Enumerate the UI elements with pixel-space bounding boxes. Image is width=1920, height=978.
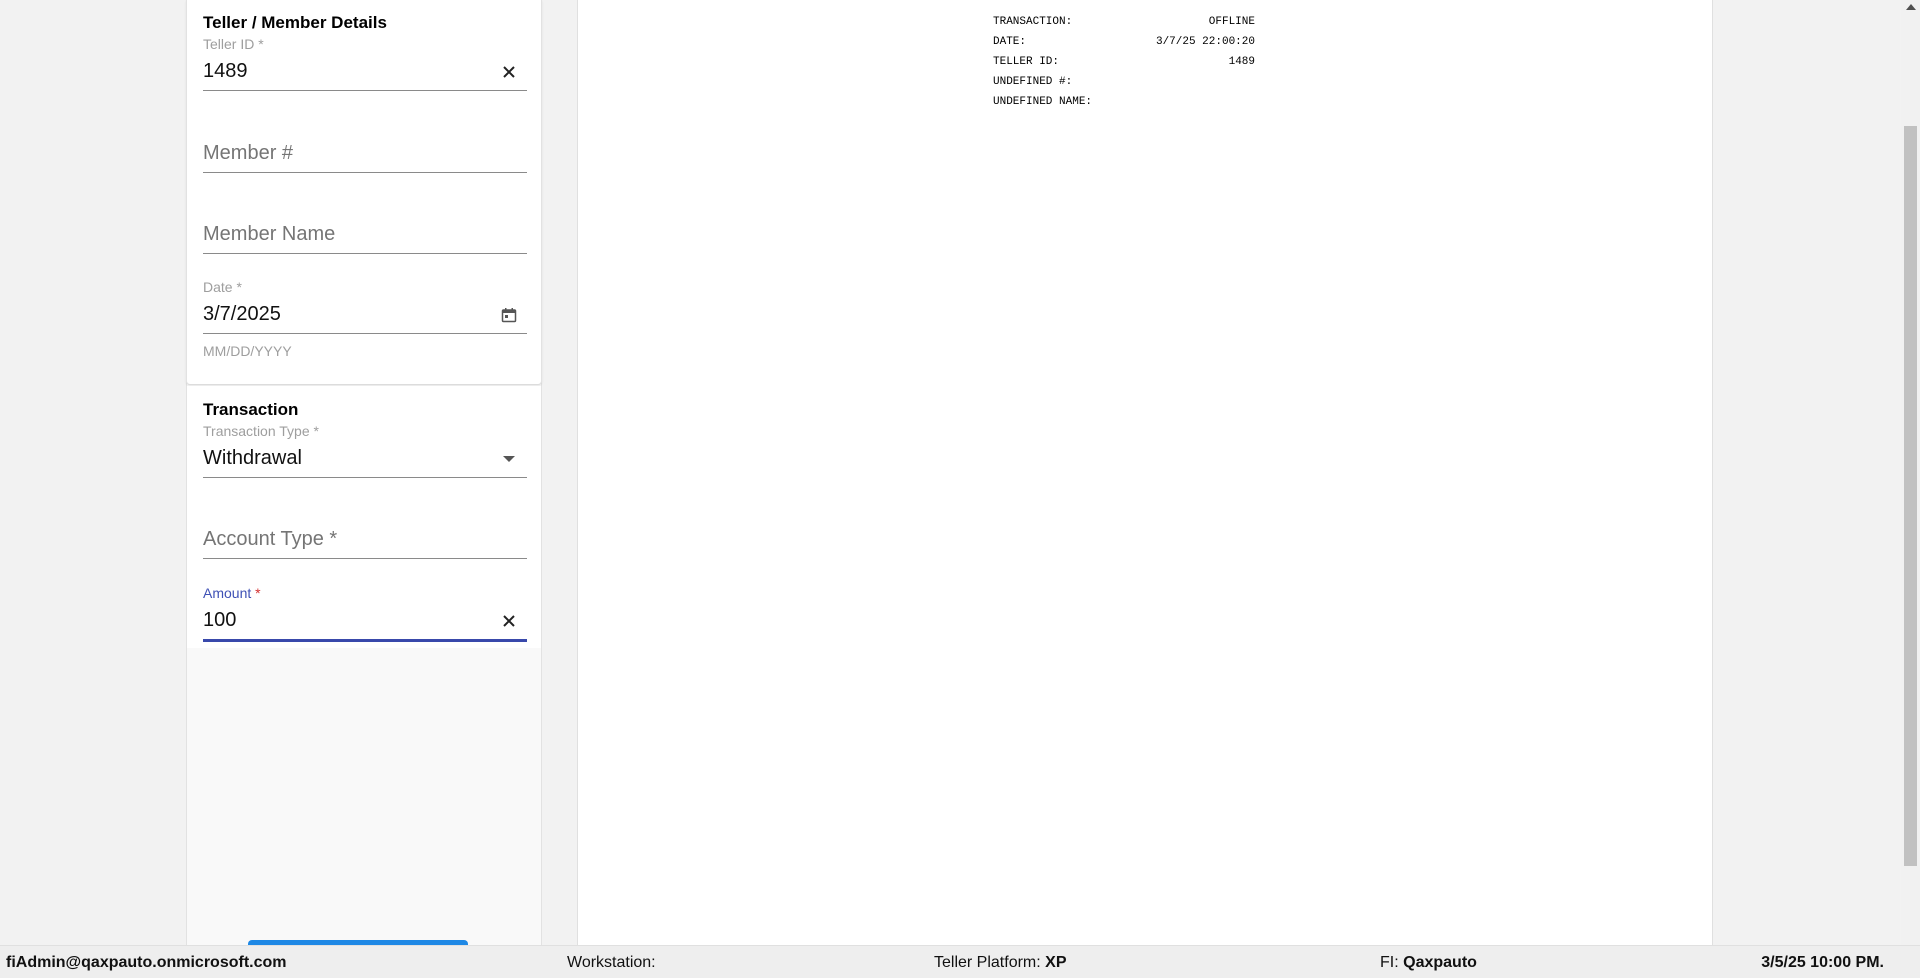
receipt-preview: TRANSACTION: OFFLINE DATE: 3/7/25 22:00:20… [577, 0, 1713, 945]
member-number-input[interactable]: Member # [203, 142, 293, 165]
teller-member-title: Teller / Member Details [203, 13, 387, 32]
transaction-title: Transaction [203, 400, 299, 419]
status-workstation: Workstation: [567, 954, 656, 971]
member-name-underline [203, 253, 527, 254]
teller-id-input[interactable] [203, 60, 483, 83]
receipt-row: UNDEFINED #: [993, 76, 1073, 88]
dropdown-arrow-icon[interactable] [497, 447, 521, 471]
date-field[interactable]: Date * [203, 279, 527, 335]
date-helper-text: MM/DD/YYYY [203, 343, 292, 359]
receipt-row: TRANSACTION: OFFLINE [993, 16, 1255, 28]
amount-input[interactable] [203, 609, 483, 632]
transaction-type-field[interactable]: Transaction Type * Withdrawal [203, 423, 527, 479]
calendar-icon[interactable] [497, 303, 521, 327]
member-number-field[interactable]: Member # [203, 118, 527, 174]
receipt-row: TELLER ID: 1489 [993, 56, 1255, 68]
status-fi: FI: Qaxpauto [1380, 954, 1477, 971]
teller-id-field[interactable]: Teller ID * [203, 36, 527, 92]
status-datetime: 3/5/25 10:00 PM. [1761, 954, 1884, 971]
date-input[interactable] [203, 303, 483, 326]
amount-field[interactable]: Amount * [203, 585, 527, 643]
transaction-type-label: Transaction Type * [203, 423, 319, 439]
transaction-type-select[interactable]: Withdrawal [203, 447, 483, 470]
status-user: fiAdmin@qaxpauto.onmicrosoft.com [6, 954, 287, 971]
scrollbar-thumb[interactable] [1904, 126, 1917, 866]
date-underline [203, 333, 527, 334]
teller-id-underline [203, 90, 527, 91]
amount-label: Amount * [203, 585, 261, 601]
member-name-input[interactable]: Member Name [203, 223, 335, 246]
receipt-row: DATE: 3/7/25 22:00:20 [993, 36, 1255, 48]
member-number-underline [203, 172, 527, 173]
transaction-card: Transaction Transaction Type * Withdrawa… [186, 386, 542, 648]
close-icon[interactable] [497, 60, 521, 84]
receipt-row: UNDEFINED NAME: [993, 96, 1093, 108]
account-type-field[interactable]: Account Type * [203, 504, 527, 560]
member-name-field[interactable]: Member Name [203, 199, 527, 255]
status-bar: fiAdmin@qaxpauto.onmicrosoft.com Worksta… [0, 945, 1920, 978]
teller-member-card: Teller / Member Details Teller ID * Memb… [186, 0, 542, 385]
close-icon[interactable] [497, 609, 521, 633]
status-platform: Teller Platform: XP [934, 954, 1067, 971]
transaction-type-underline [203, 477, 527, 478]
date-label: Date * [203, 279, 242, 295]
vertical-scrollbar[interactable] [1901, 0, 1920, 945]
amount-underline [203, 639, 527, 642]
receipt: TRANSACTION: OFFLINE DATE: 3/7/25 22:00:20… [993, 14, 1255, 114]
account-type-select[interactable]: Account Type * [203, 528, 337, 551]
teller-id-label: Teller ID * [203, 36, 264, 52]
account-type-underline [203, 558, 527, 559]
scroll-up-arrow-icon[interactable] [1906, 4, 1916, 10]
